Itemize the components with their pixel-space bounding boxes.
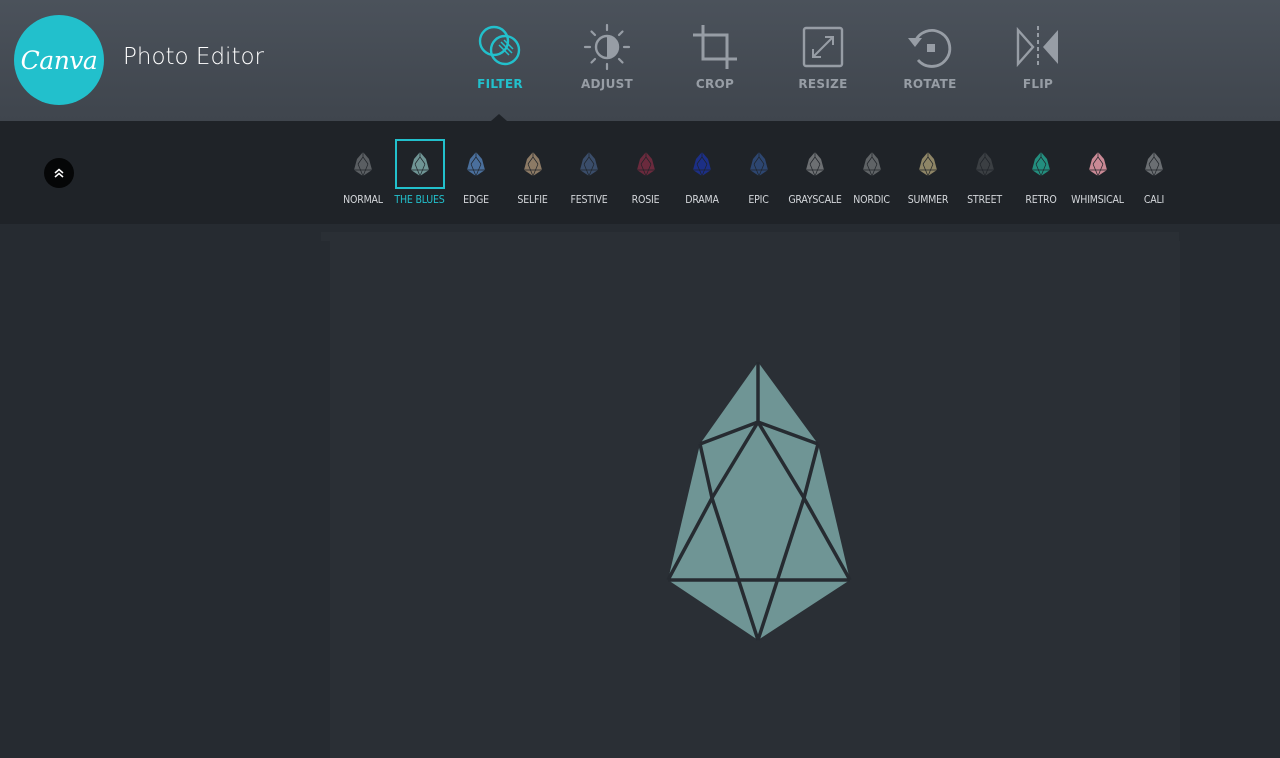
filter-thumbnail xyxy=(1016,139,1066,189)
filter-option[interactable]: NORDIC xyxy=(844,139,900,211)
tool-adjust-button[interactable]: ADJUST xyxy=(562,22,652,98)
canva-logo[interactable]: Canva xyxy=(14,15,104,105)
collapse-filters-button[interactable] xyxy=(44,158,74,188)
filter-option[interactable]: WHIMSICAL xyxy=(1070,139,1126,211)
app-title: Photo Editor xyxy=(123,44,264,70)
tool-label: FILTER xyxy=(477,77,523,91)
crystal-thumbnail-icon xyxy=(862,152,881,176)
tool-label: ROTATE xyxy=(903,77,957,91)
tool-label: CROP xyxy=(695,77,735,91)
crystal-thumbnail-icon xyxy=(410,152,429,176)
crystal-thumbnail-icon xyxy=(580,152,598,176)
crop-icon xyxy=(693,25,737,69)
crystal-thumbnail-icon xyxy=(806,152,824,176)
filter-label: SUMMER xyxy=(907,194,949,206)
filter-thumbnail xyxy=(677,139,727,189)
filter-label: STREET xyxy=(967,194,1002,206)
filter-option[interactable]: EDGE xyxy=(448,139,504,211)
filter-label: SELFIE xyxy=(517,194,548,206)
tool-filter-button[interactable]: FILTER xyxy=(455,22,545,98)
filter-label: GRAYSCALE xyxy=(788,194,842,206)
filter-thumbnail xyxy=(508,139,558,189)
filter-icon xyxy=(478,25,521,66)
tool-label: ADJUST xyxy=(580,77,634,91)
crystal-thumbnail-icon xyxy=(693,152,711,176)
filter-label: EDGE xyxy=(463,194,489,206)
flip-icon xyxy=(1016,26,1058,68)
filter-label: RETRO xyxy=(1025,194,1057,206)
crystal-thumbnail-icon xyxy=(919,152,937,176)
filter-thumbnail xyxy=(451,139,501,189)
filter-label: THE BLUES xyxy=(394,194,445,206)
tool-label: FLIP xyxy=(1022,77,1054,91)
filter-thumbnail xyxy=(790,139,840,189)
canvas-top-shadow xyxy=(321,232,1179,241)
filter-label: NORDIC xyxy=(853,194,890,206)
resize-icon xyxy=(802,26,844,68)
filter-thumbnail xyxy=(847,139,897,189)
tool-rotate-button[interactable]: ROTATE xyxy=(885,22,975,98)
tool-flip-button[interactable]: FLIP xyxy=(993,22,1083,98)
filter-label: EPIC xyxy=(748,194,769,206)
tool-resize-button[interactable]: RESIZE xyxy=(778,22,868,98)
filter-thumbnail xyxy=(338,139,388,189)
active-tool-caret xyxy=(491,114,507,121)
adjust-sun-icon xyxy=(583,23,631,71)
crystal-thumbnail-icon xyxy=(1145,152,1163,176)
canvas-left-edge xyxy=(322,241,330,758)
filter-thumbnail xyxy=(960,139,1010,189)
filter-label: WHIMSICAL xyxy=(1071,194,1124,206)
crystal-thumbnail-icon xyxy=(1032,152,1050,176)
filter-option[interactable]: FESTIVE xyxy=(561,139,617,211)
filter-option[interactable]: SELFIE xyxy=(505,139,561,211)
logo-text: Canva xyxy=(20,45,98,75)
crystal-thumbnail-icon xyxy=(975,152,994,176)
crystal-thumbnail-icon xyxy=(636,152,655,176)
eos-crystal-image[interactable] xyxy=(664,358,854,642)
filter-thumbnail xyxy=(394,139,445,189)
filter-option[interactable]: GRAYSCALE xyxy=(787,139,843,211)
filter-option[interactable]: STREET xyxy=(957,139,1013,211)
tool-label: RESIZE xyxy=(798,77,848,91)
filter-option[interactable]: SUMMER xyxy=(900,139,956,211)
filter-option[interactable]: NORMAL xyxy=(335,139,391,211)
filter-option[interactable]: EPIC xyxy=(731,139,787,211)
filter-option[interactable]: RETRO xyxy=(1013,139,1069,211)
filter-label: NORMAL xyxy=(343,194,383,206)
crystal-thumbnail-icon xyxy=(354,152,372,176)
crystal-thumbnail-icon xyxy=(1088,152,1107,176)
filter-thumbnail xyxy=(903,139,953,189)
crystal-thumbnail-icon xyxy=(523,152,542,176)
filter-label: ROSIE xyxy=(631,194,660,206)
filter-label: DRAMA xyxy=(685,194,719,206)
crystal-thumbnail-icon xyxy=(467,152,485,176)
filter-label: FESTIVE xyxy=(570,194,608,206)
double-chevron-up-icon xyxy=(54,168,64,178)
top-header: Canva Photo Editor FILTER ADJUST CROP RE… xyxy=(0,0,1280,121)
filter-thumbnail xyxy=(1129,139,1179,189)
filter-thumbnail xyxy=(621,139,671,189)
filter-thumbnail xyxy=(734,139,784,189)
filter-option[interactable]: CALI xyxy=(1126,139,1182,211)
filter-option[interactable]: ROSIE xyxy=(618,139,674,211)
tool-crop-button[interactable]: CROP xyxy=(670,22,760,98)
crystal-thumbnail-icon xyxy=(749,152,768,176)
filter-option[interactable]: DRAMA xyxy=(674,139,730,211)
filter-thumbnail xyxy=(564,139,614,189)
rotate-icon xyxy=(908,29,952,68)
filter-option[interactable]: THE BLUES xyxy=(392,139,448,211)
filter-label: CALI xyxy=(1143,194,1165,206)
filter-thumbnail xyxy=(1073,139,1123,189)
